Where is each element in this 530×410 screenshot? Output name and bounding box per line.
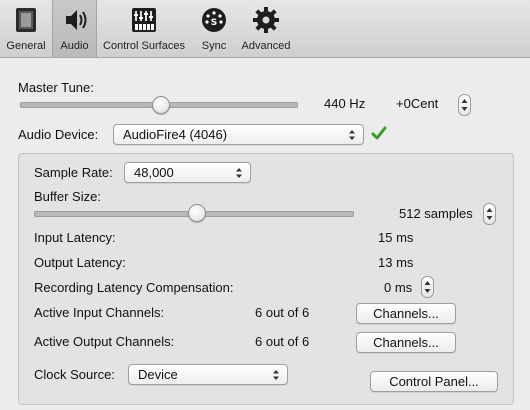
control-panel-button[interactable]: Control Panel... (370, 371, 498, 392)
tab-sync-label: Sync (201, 40, 227, 52)
tab-audio[interactable]: Audio (52, 0, 97, 57)
master-tune-hz-value: 440 Hz (324, 96, 366, 111)
active-output-value: 6 out of 6 (255, 334, 310, 349)
active-output-label: Active Output Channels: (34, 334, 175, 349)
master-tune-cent-value: +0Cent (396, 96, 439, 111)
recording-latency-label: Recording Latency Compensation: (34, 280, 234, 295)
master-tune-stepper[interactable] (458, 94, 471, 116)
buffer-size-stepper[interactable] (483, 203, 496, 225)
popup-arrows-icon (272, 369, 280, 384)
audio-device-value: AudioFire4 (4046) (123, 127, 228, 142)
sample-rate-label: Sample Rate: (34, 165, 113, 180)
clock-source-label: Clock Source: (34, 367, 115, 382)
active-input-value: 6 out of 6 (255, 305, 310, 320)
tab-audio-label: Audio (60, 40, 89, 52)
sync-icon: S (199, 5, 229, 35)
tab-sync[interactable]: S Sync (192, 0, 236, 57)
buffer-size-label: Buffer Size: (34, 189, 101, 204)
audio-device-select[interactable]: AudioFire4 (4046) (113, 124, 364, 145)
checkmark-icon (371, 125, 387, 144)
sample-rate-select[interactable]: 48,000 (124, 162, 251, 183)
output-channels-button[interactable]: Channels... (356, 332, 456, 353)
clock-source-value: Device (138, 367, 178, 382)
buffer-size-value: 512 samples (399, 206, 473, 221)
recording-latency-stepper[interactable] (421, 276, 434, 298)
clock-source-select[interactable]: Device (128, 364, 288, 385)
tab-control-surfaces[interactable]: Control Surfaces (96, 0, 192, 57)
master-tune-slider-thumb[interactable] (152, 96, 170, 114)
master-tune-label: Master Tune: (18, 80, 94, 95)
buffer-size-slider-thumb[interactable] (188, 204, 206, 222)
tab-advanced[interactable]: Advanced (236, 0, 296, 57)
stepper-arrows-icon (424, 281, 431, 293)
gear-icon (251, 5, 281, 35)
output-latency-value: 13 ms (378, 255, 414, 270)
tab-control-surfaces-label: Control Surfaces (103, 40, 185, 52)
svg-text:S: S (211, 18, 217, 28)
audio-device-label: Audio Device: (18, 127, 99, 142)
sample-rate-value: 48,000 (134, 165, 174, 180)
popup-arrows-icon (348, 129, 356, 144)
recording-latency-value: 0 ms (384, 280, 413, 295)
preferences-toolbar: General Audio Control Surfaces S Sync Ad… (0, 0, 530, 58)
popup-arrows-icon (235, 167, 243, 182)
input-latency-value: 15 ms (378, 230, 414, 245)
output-latency-label: Output Latency: (34, 255, 126, 270)
tab-advanced-label: Advanced (241, 40, 291, 52)
stepper-arrows-icon (486, 208, 493, 220)
input-latency-label: Input Latency: (34, 230, 116, 245)
general-panel-icon (11, 5, 41, 35)
stepper-arrows-icon (461, 99, 468, 111)
tab-general[interactable]: General (0, 0, 52, 57)
active-input-label: Active Input Channels: (34, 305, 165, 320)
input-channels-button[interactable]: Channels... (356, 303, 456, 324)
tab-general-label: General (6, 40, 46, 52)
speaker-icon (60, 5, 90, 35)
control-surface-icon (129, 5, 159, 35)
